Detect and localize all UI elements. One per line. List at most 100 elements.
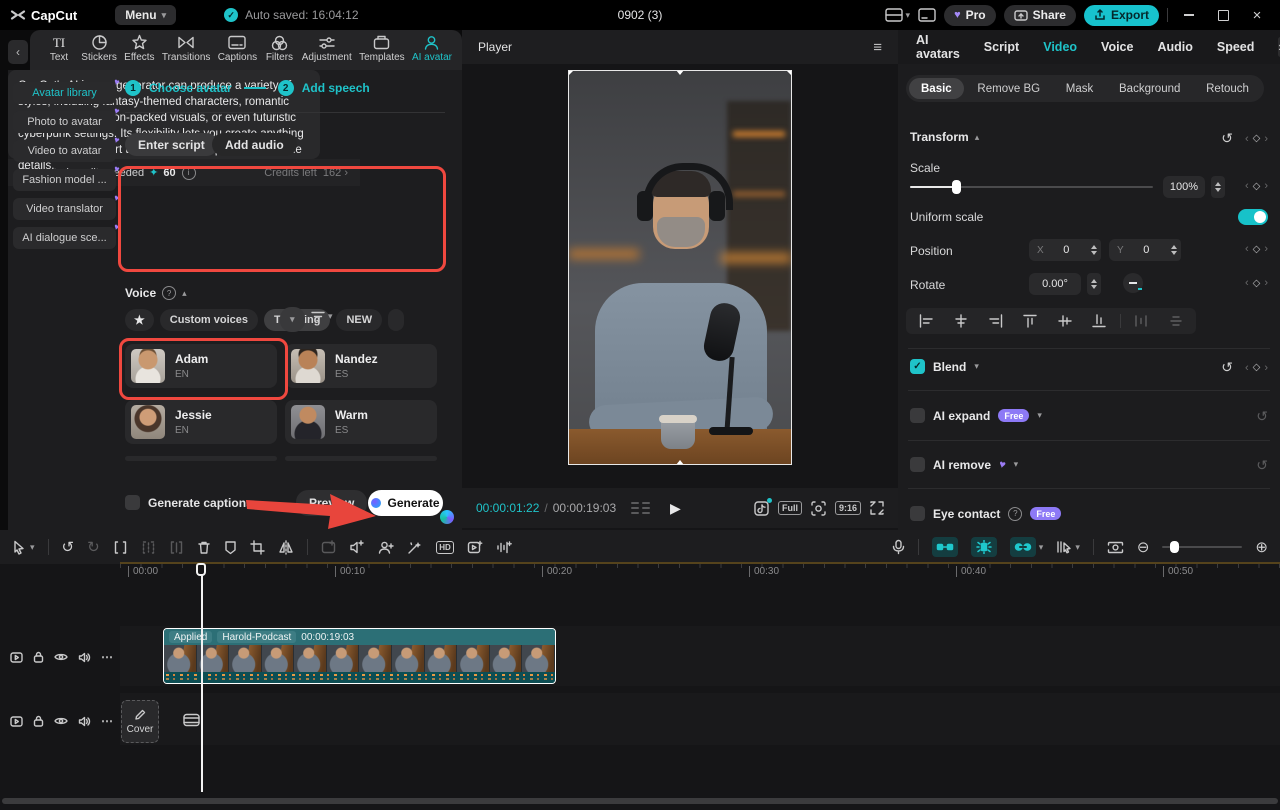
ai-expand-checkbox[interactable]	[910, 408, 925, 423]
credits-left[interactable]: Credits left 162 ›	[264, 167, 348, 179]
scale-value[interactable]: 100%	[1163, 176, 1205, 198]
nav-video-translator[interactable]: Video translator♥	[13, 198, 116, 220]
ai-remove-label[interactable]: AI remove	[933, 458, 991, 472]
lock-track-icon[interactable]	[33, 651, 44, 663]
help-icon[interactable]: ?	[162, 286, 176, 300]
pro-button[interactable]: ♥ Pro	[944, 5, 996, 26]
record-voiceover-icon[interactable]	[892, 539, 905, 555]
menu-button[interactable]: Menu▾	[115, 5, 176, 25]
tiktok-preview-icon[interactable]	[754, 501, 769, 516]
split-icon[interactable]	[113, 540, 128, 555]
add-audio-tab[interactable]: Add audio	[212, 133, 297, 156]
ai-expand-label[interactable]: AI expand	[933, 409, 990, 423]
undo-icon[interactable]: ↺	[62, 538, 75, 556]
align-bottom-icon[interactable]	[1085, 311, 1114, 331]
tab-stickers[interactable]: Stickers	[81, 34, 117, 63]
tab-filters[interactable]: Filters	[264, 34, 294, 63]
preview-axis-icon[interactable]	[1107, 541, 1124, 554]
subtab-remove-bg[interactable]: Remove BG	[965, 78, 1052, 99]
ai-assistant-icon[interactable]	[440, 510, 454, 524]
zoom-in-icon[interactable]: ⊕	[1255, 538, 1268, 556]
tab-transitions[interactable]: Transitions	[162, 34, 211, 63]
transform-handle[interactable]	[786, 70, 792, 76]
crop-icon[interactable]	[250, 540, 265, 555]
playhead-handle[interactable]	[196, 563, 206, 576]
timeline-scrollbar[interactable]	[2, 798, 1278, 804]
collapse-panel-button[interactable]: ‹	[8, 40, 28, 64]
frame-view-icon[interactable]	[630, 501, 652, 515]
favorite-voices-tab[interactable]: ★	[125, 309, 154, 331]
nav-photo-to-avatar[interactable]: Photo to avatar♥	[13, 111, 116, 133]
track-preview-icon[interactable]	[10, 716, 23, 727]
delete-icon[interactable]	[197, 540, 211, 555]
export-button[interactable]: Export	[1084, 5, 1159, 26]
subtab-background[interactable]: Background	[1107, 78, 1192, 99]
mute-track-icon[interactable]	[78, 716, 91, 727]
step-2-label[interactable]: Add speech	[302, 81, 370, 95]
collapse-voice-icon[interactable]: ▴	[182, 289, 187, 298]
clipped-voices-tab[interactable]	[388, 309, 404, 331]
keyframe-controls[interactable]: ‹ ◇ ›	[1245, 180, 1268, 192]
collapse-transform-icon[interactable]: ▴	[975, 133, 980, 142]
edit-cover-button[interactable]: Cover	[121, 700, 159, 743]
blend-checkbox[interactable]: ✓	[910, 359, 925, 374]
tab-templates[interactable]: Templates	[359, 34, 405, 63]
auto-highlight-toggle[interactable]	[971, 537, 997, 557]
custom-voices-tab[interactable]: Custom voices	[160, 309, 258, 331]
scale-stepper[interactable]	[1211, 176, 1225, 198]
link-clips-toggle[interactable]	[1010, 537, 1036, 557]
mark-icon[interactable]	[224, 540, 237, 555]
eye-contact-label[interactable]: Eye contact	[933, 507, 1000, 521]
toggle-visibility-icon[interactable]	[54, 716, 68, 726]
timeline-zoom-slider[interactable]	[1162, 546, 1242, 548]
close-button[interactable]: ×	[1244, 4, 1270, 26]
chevron-down-icon[interactable]: ▾	[1039, 543, 1044, 552]
position-x-stepper[interactable]	[1087, 239, 1101, 261]
mirror-icon[interactable]	[278, 540, 294, 555]
voice-card-nandez[interactable]: NandezES	[285, 344, 437, 388]
fullscreen-icon[interactable]	[870, 501, 884, 515]
play-button[interactable]: ▶	[670, 500, 681, 517]
nav-ai-dialogue[interactable]: AI dialogue sce...♥	[13, 227, 116, 249]
tab-video[interactable]: Video	[1043, 40, 1077, 54]
timeline-ruler[interactable]: 00:00 00:10 00:20 00:30 00:40 00:50	[120, 564, 1280, 580]
zoom-out-icon[interactable]: ⊖	[1137, 538, 1150, 556]
nav-avatar-library[interactable]: Avatar library♥	[13, 82, 116, 104]
select-tool-button[interactable]: ▾	[12, 540, 35, 555]
nav-video-to-avatar[interactable]: Video to avatar♥	[13, 140, 116, 162]
blend-label[interactable]: Blend	[933, 360, 966, 374]
keyframe-controls[interactable]: ‹ ◇ ›	[1245, 243, 1268, 255]
preview-focus-icon[interactable]	[811, 501, 826, 516]
toggle-visibility-icon[interactable]	[54, 652, 68, 662]
minimize-button[interactable]	[1176, 4, 1202, 26]
rotate-value[interactable]: 0.00°	[1029, 273, 1081, 295]
reset-blend-icon[interactable]: ↺	[1221, 359, 1233, 376]
voice-card-adam[interactable]: AdamEN	[125, 344, 277, 388]
transform-handle[interactable]	[676, 460, 684, 465]
rotate-stepper[interactable]	[1087, 273, 1101, 295]
subtab-retouch[interactable]: Retouch	[1194, 78, 1261, 99]
align-right-icon[interactable]	[981, 311, 1010, 331]
track-more-button[interactable]: ⋯	[101, 714, 114, 728]
tab-audio[interactable]: Audio	[1157, 40, 1192, 54]
eye-contact-checkbox[interactable]	[910, 506, 925, 521]
new-voices-tab[interactable]: NEW	[336, 309, 382, 331]
playhead[interactable]	[201, 564, 203, 792]
tab-text[interactable]: TIText	[44, 34, 74, 63]
tab-ai-avatar[interactable]: AI avatar	[412, 34, 452, 63]
chevron-down-icon[interactable]: ▾	[1037, 411, 1042, 420]
panel-layout-button[interactable]	[918, 8, 936, 22]
align-center-horizontal-icon[interactable]	[947, 311, 976, 331]
track-more-button[interactable]: ⋯	[101, 650, 114, 664]
subtab-mask[interactable]: Mask	[1054, 78, 1105, 99]
transform-section-label[interactable]: Transform	[910, 130, 969, 144]
uniform-scale-toggle[interactable]	[1238, 209, 1268, 225]
zoom-slider-knob[interactable]	[1170, 541, 1179, 553]
hd-quality-icon[interactable]: HD	[436, 541, 455, 554]
align-center-vertical-icon[interactable]	[1051, 311, 1080, 331]
ai-remove-checkbox[interactable]	[910, 457, 925, 472]
position-y-stepper[interactable]	[1167, 239, 1181, 261]
magic-wand-icon[interactable]	[407, 540, 423, 555]
transform-handle[interactable]	[676, 70, 684, 75]
full-quality-button[interactable]: Full	[778, 501, 802, 515]
